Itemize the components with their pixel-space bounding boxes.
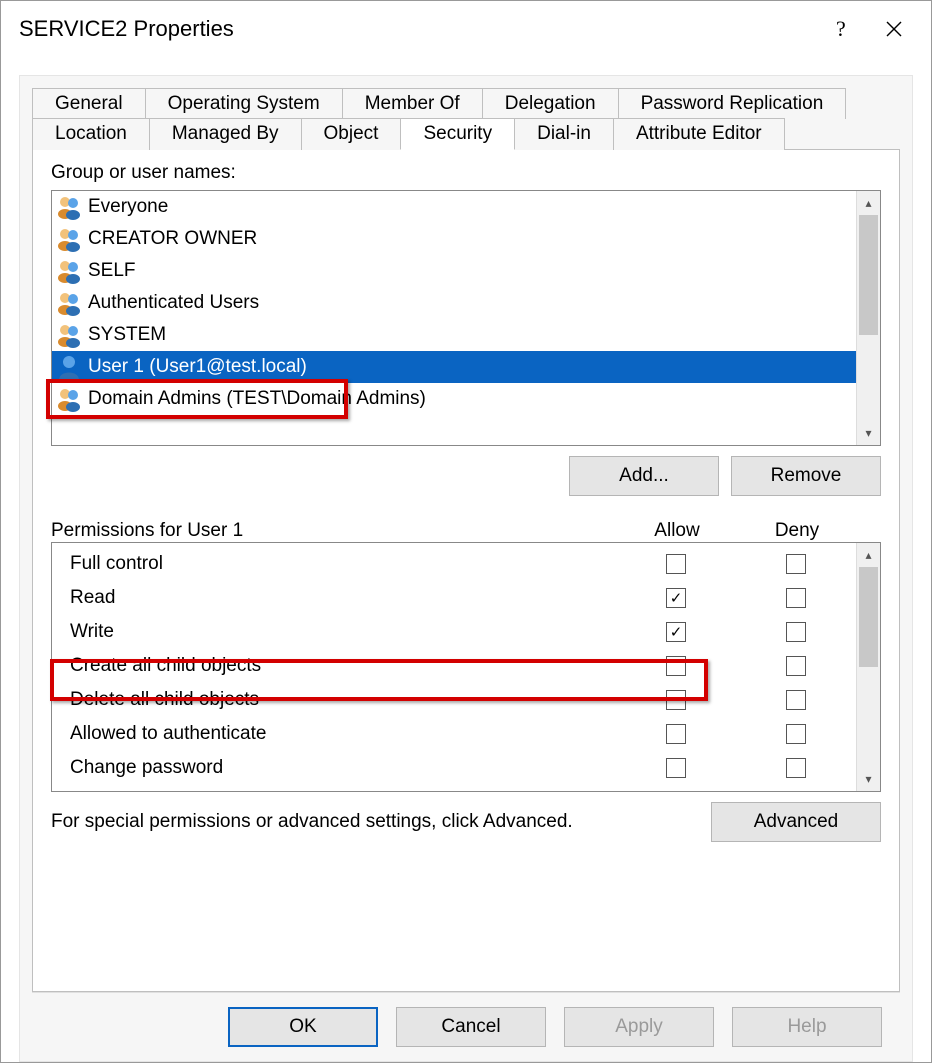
client-area: GeneralOperating SystemMember OfDelegati… [1, 57, 931, 1062]
tabs-row-2: LocationManaged ByObjectSecurityDial-inA… [32, 118, 900, 150]
list-item-label: Everyone [88, 196, 168, 218]
group-list-items: Everyone CREATOR OWNER SELF Authenticated U… [52, 191, 856, 445]
group-icon [56, 386, 82, 412]
permissions-header: Permissions for User 1 Allow Deny [51, 520, 881, 542]
scroll-up-icon[interactable]: ▴ [857, 543, 880, 567]
permission-name: Create all child objects [70, 655, 616, 677]
deny-checkbox[interactable] [786, 588, 806, 608]
group-icon [56, 322, 82, 348]
group-listbox[interactable]: Everyone CREATOR OWNER SELF Authenticated U… [51, 190, 881, 446]
list-item[interactable]: SYSTEM [52, 319, 856, 351]
list-item[interactable]: SELF [52, 255, 856, 287]
tab-security[interactable]: Security [400, 118, 515, 150]
tabs-row-1: GeneralOperating SystemMember OfDelegati… [32, 88, 900, 119]
permission-name: Full control [70, 553, 616, 575]
list-item-label: SYSTEM [88, 324, 166, 346]
help-icon[interactable]: ? [819, 9, 869, 49]
close-icon[interactable] [869, 9, 919, 49]
list-item-label: User 1 (User1@test.local) [88, 356, 307, 378]
deny-checkbox[interactable] [786, 758, 806, 778]
list-item[interactable]: CREATOR OWNER [52, 223, 856, 255]
deny-checkbox[interactable] [786, 690, 806, 710]
user-icon [56, 354, 82, 380]
special-permissions-text: For special permissions or advanced sett… [51, 811, 711, 833]
permission-row: Write ✓ [70, 615, 856, 649]
permissions-scrollbar[interactable]: ▴ ▾ [856, 543, 880, 791]
group-icon [56, 226, 82, 252]
scroll-down-icon[interactable]: ▾ [857, 767, 880, 791]
dialog-buttons: OK Cancel Apply Help [32, 992, 900, 1061]
deny-checkbox[interactable] [786, 554, 806, 574]
help-button[interactable]: Help [732, 1007, 882, 1047]
tab-member-of[interactable]: Member Of [342, 88, 483, 119]
allow-column-header: Allow [617, 520, 737, 542]
tab-location[interactable]: Location [32, 118, 150, 150]
ok-button[interactable]: OK [228, 1007, 378, 1047]
permission-name: Allowed to authenticate [70, 723, 616, 745]
list-item[interactable]: Domain Admins (TEST\Domain Admins) [52, 383, 856, 415]
tab-container: GeneralOperating SystemMember OfDelegati… [19, 75, 913, 1062]
permission-row: Full control [70, 547, 856, 581]
allow-checkbox[interactable] [666, 656, 686, 676]
permission-row: Create all child objects [70, 649, 856, 683]
permission-row: Allowed to authenticate [70, 717, 856, 751]
list-item[interactable]: Everyone [52, 191, 856, 223]
list-item-label: CREATOR OWNER [88, 228, 257, 250]
list-item[interactable]: User 1 (User1@test.local) [52, 351, 856, 383]
tab-delegation[interactable]: Delegation [482, 88, 619, 119]
group-buttons: Add... Remove [51, 456, 881, 496]
tab-dial-in[interactable]: Dial-in [514, 118, 614, 150]
titlebar: SERVICE2 Properties ? [1, 1, 931, 57]
group-icon [56, 258, 82, 284]
group-list-label: Group or user names: [51, 162, 881, 184]
permissions-listbox[interactable]: Full control Read ✓ Write ✓ Create all child … [51, 542, 881, 792]
permissions-label: Permissions for User 1 [51, 520, 617, 542]
allow-checkbox[interactable] [666, 690, 686, 710]
tab-operating-system[interactable]: Operating System [145, 88, 343, 119]
allow-checkbox[interactable] [666, 554, 686, 574]
security-panel: Group or user names: Everyone CREATOR OWN… [32, 149, 900, 992]
list-item[interactable]: Authenticated Users [52, 287, 856, 319]
deny-checkbox[interactable] [786, 656, 806, 676]
deny-checkbox[interactable] [786, 724, 806, 744]
list-item-label: SELF [88, 260, 136, 282]
apply-button[interactable]: Apply [564, 1007, 714, 1047]
cancel-button[interactable]: Cancel [396, 1007, 546, 1047]
svg-text:?: ? [836, 18, 846, 40]
properties-window: SERVICE2 Properties ? GeneralOperating S… [0, 0, 932, 1063]
allow-checkbox[interactable] [666, 724, 686, 744]
permission-name: Change password [70, 757, 616, 779]
allow-checkbox[interactable] [666, 758, 686, 778]
deny-checkbox[interactable] [786, 622, 806, 642]
allow-checkbox[interactable]: ✓ [666, 588, 686, 608]
advanced-button[interactable]: Advanced [711, 802, 881, 842]
group-icon [56, 194, 82, 220]
permission-name: Read [70, 587, 616, 609]
permission-name: Delete all child objects [70, 689, 616, 711]
tab-general[interactable]: General [32, 88, 146, 119]
permission-name: Write [70, 621, 616, 643]
advanced-row: For special permissions or advanced sett… [51, 802, 881, 842]
window-title: SERVICE2 Properties [19, 16, 819, 42]
permission-row: Change password [70, 751, 856, 785]
group-icon [56, 290, 82, 316]
permission-row: Read ✓ [70, 581, 856, 615]
list-item-label: Domain Admins (TEST\Domain Admins) [88, 388, 426, 410]
add-button[interactable]: Add... [569, 456, 719, 496]
tab-password-replication[interactable]: Password Replication [618, 88, 847, 119]
deny-column-header: Deny [737, 520, 857, 542]
permission-row: Delete all child objects [70, 683, 856, 717]
remove-button[interactable]: Remove [731, 456, 881, 496]
tab-object[interactable]: Object [301, 118, 402, 150]
tab-managed-by[interactable]: Managed By [149, 118, 302, 150]
scroll-up-icon[interactable]: ▴ [857, 191, 880, 215]
allow-checkbox[interactable]: ✓ [666, 622, 686, 642]
list-item-label: Authenticated Users [88, 292, 259, 314]
tab-attribute-editor[interactable]: Attribute Editor [613, 118, 785, 150]
permissions-items: Full control Read ✓ Write ✓ Create all child … [52, 543, 856, 791]
group-scrollbar[interactable]: ▴ ▾ [856, 191, 880, 445]
scroll-down-icon[interactable]: ▾ [857, 421, 880, 445]
